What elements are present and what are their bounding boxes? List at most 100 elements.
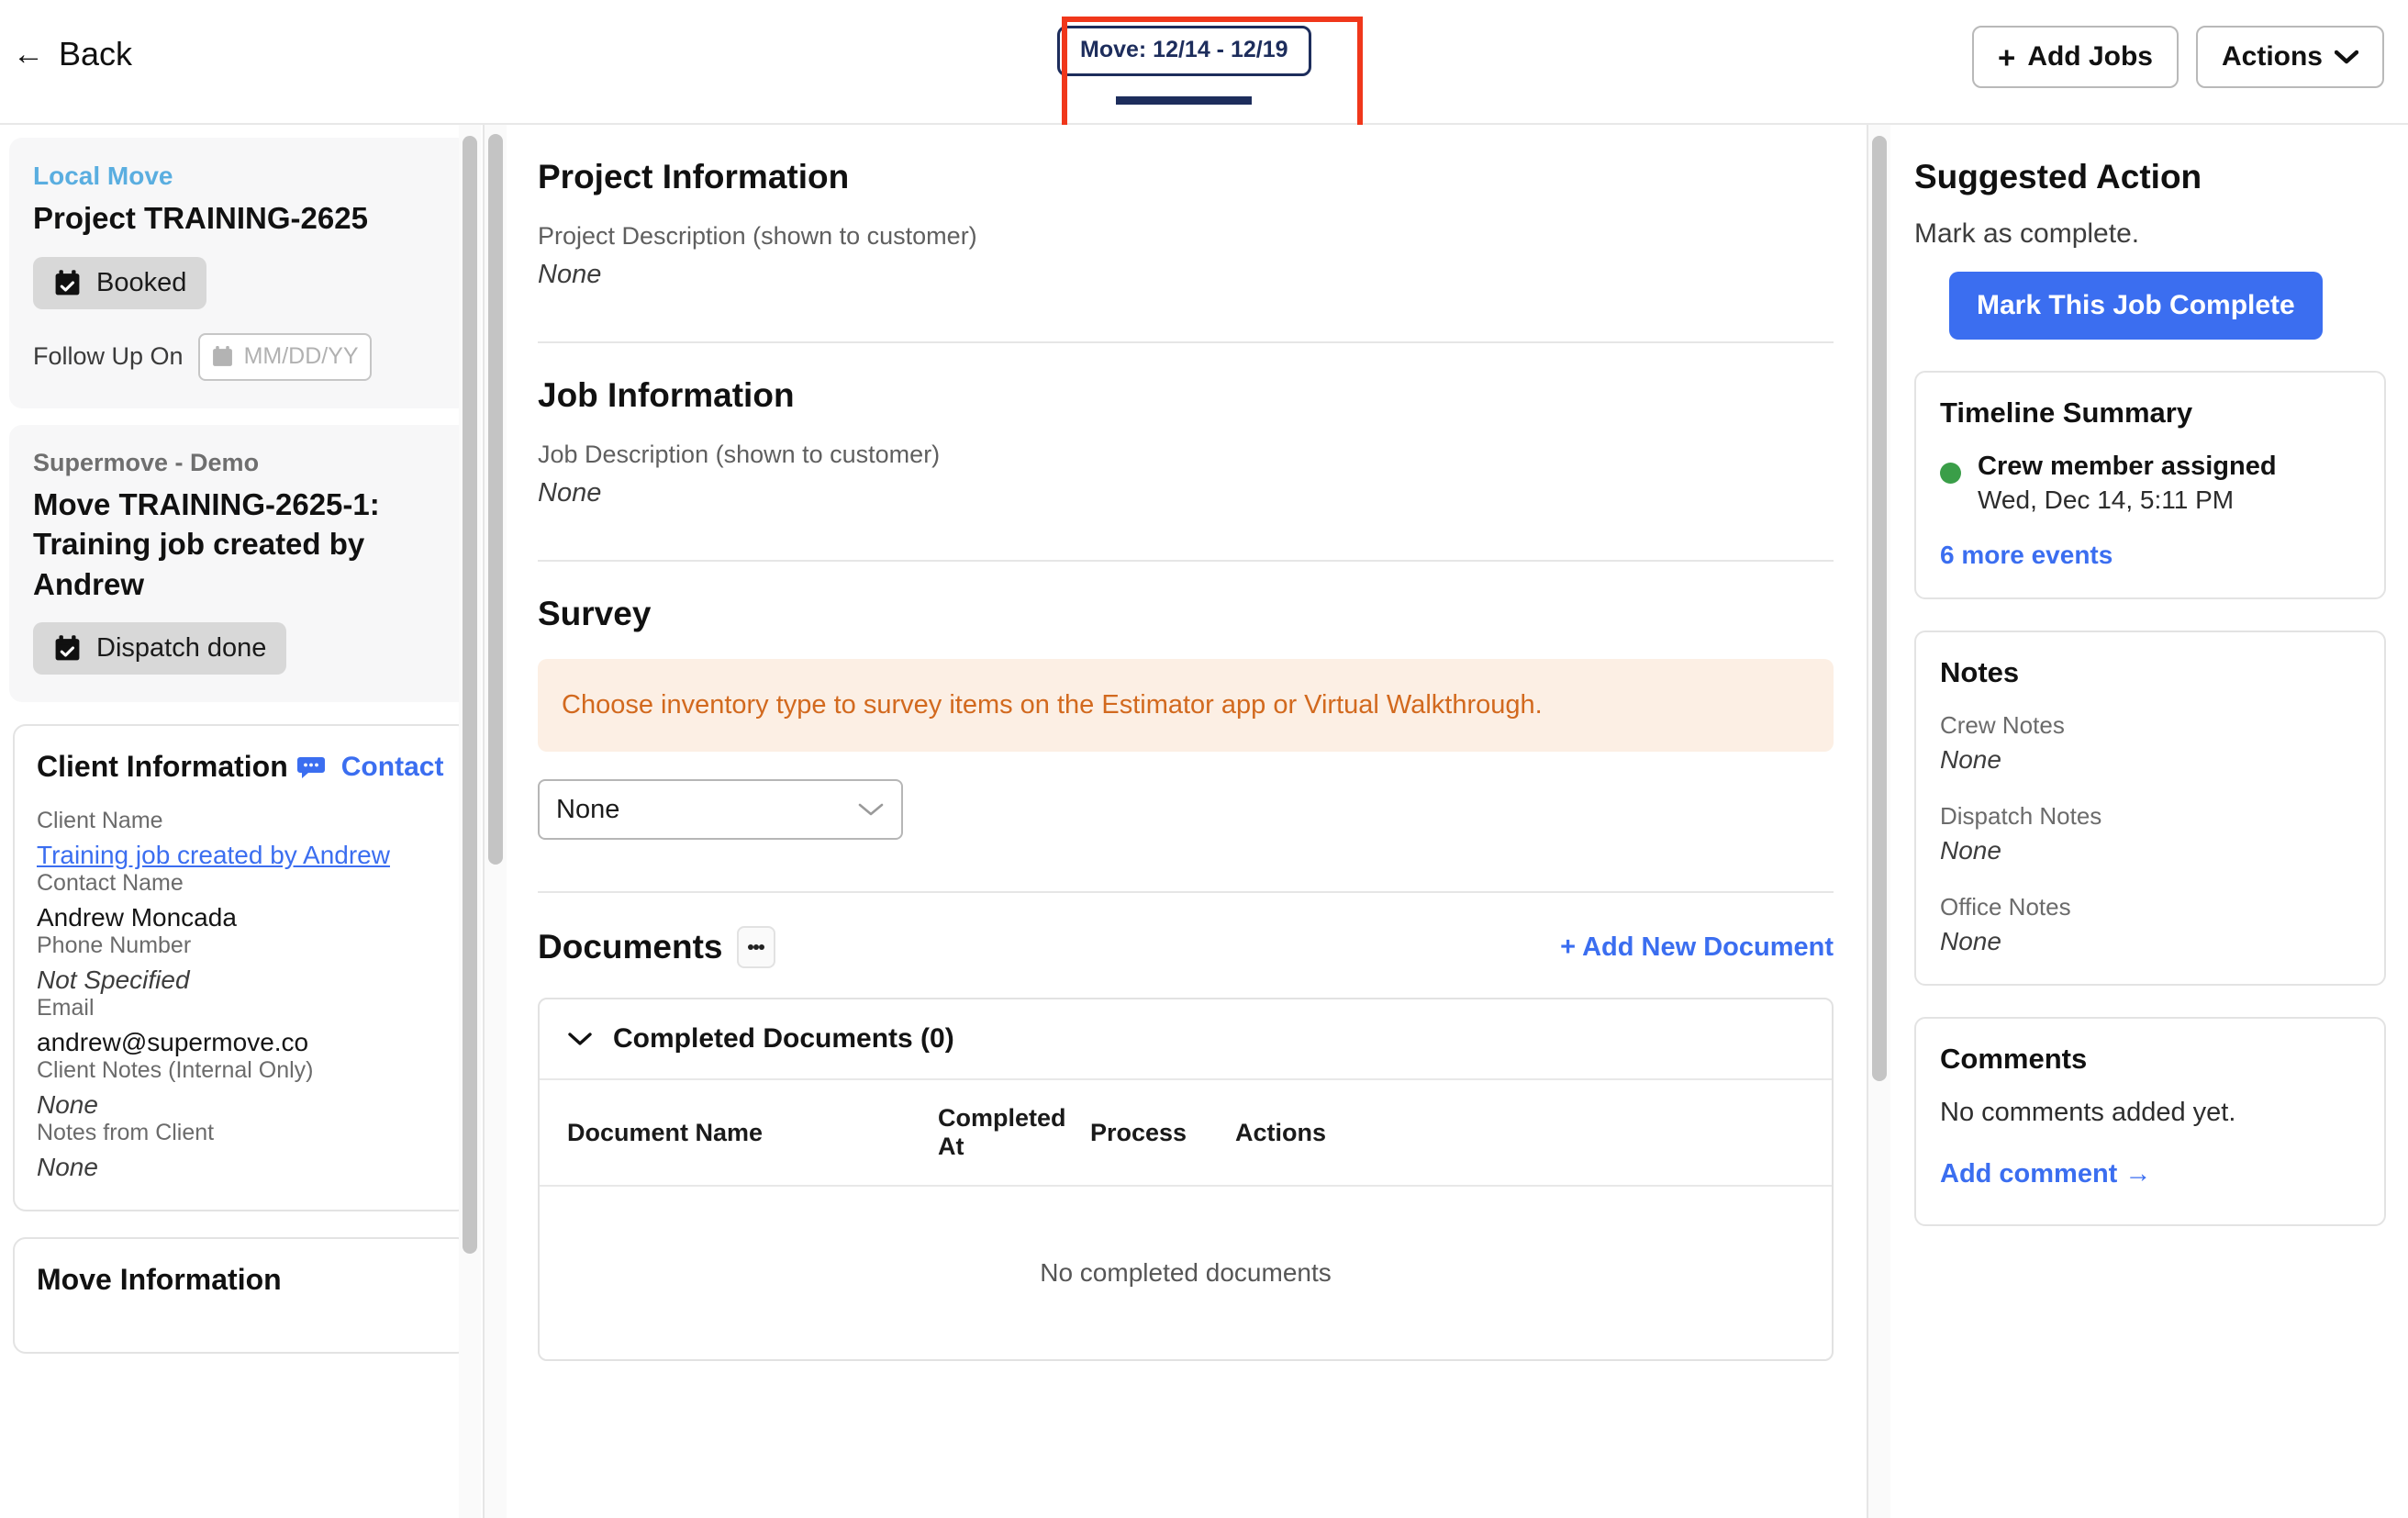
job-information-title: Job Information [538, 376, 795, 414]
timeline-summary-title: Timeline Summary [1940, 396, 2193, 429]
survey-section: Survey Choose inventory type to survey i… [538, 562, 1834, 893]
top-bar: ← Back Move: 12/14 - 12/19 + Add Jobs Ac… [0, 0, 2408, 152]
client-field: Contact Name Andrew Moncada [37, 870, 446, 932]
follow-up-row: Follow Up On MM/DD/YY [33, 332, 450, 381]
suggested-action-title: Suggested Action [1914, 158, 2202, 195]
timeline-event-label: Crew member assigned [1978, 452, 2277, 481]
move-information-title: Move Information [37, 1263, 282, 1297]
note-value: None [1940, 927, 2001, 955]
right-panel-scrollbar[interactable] [1868, 125, 1890, 1518]
field-label: Client Notes (Internal Only) [37, 1057, 314, 1084]
job-description-label: Job Description (shown to customer) [538, 441, 941, 468]
add-comment-link[interactable]: Add comment → [1940, 1159, 2360, 1189]
calendar-check-icon [55, 635, 80, 661]
back-arrow-icon: ← [13, 37, 44, 72]
notes-title: Notes [1940, 656, 2020, 688]
column-header-process: Process [1090, 1118, 1187, 1146]
follow-up-placeholder: MM/DD/YY [243, 343, 359, 370]
right-panel-scrollbar-thumb[interactable] [1872, 136, 1887, 1081]
sidebar-scrollbar[interactable] [459, 125, 481, 1518]
comments-empty-state: No comments added yet. [1940, 1098, 2236, 1127]
project-information-section: Project Information Project Description … [538, 125, 1834, 343]
actions-button[interactable]: Actions [2195, 26, 2384, 88]
move-tab-group: Move: 12/14 - 12/19 [1057, 26, 1311, 105]
timeline-summary-card: Timeline Summary Crew member assigned We… [1914, 371, 2386, 599]
timeline-event-time: Wed, Dec 14, 5:11 PM [1978, 486, 2235, 514]
follow-up-label: Follow Up On [33, 342, 184, 371]
note-value: None [1940, 745, 2001, 774]
documents-header-left: Documents [538, 926, 776, 968]
timeline-event: Crew member assigned Wed, Dec 14, 5:11 P… [1940, 452, 2360, 515]
field-value: None [37, 1153, 98, 1182]
comments-card: Comments No comments added yet. Add comm… [1914, 1017, 2386, 1226]
project-status-badge[interactable]: Booked [33, 256, 207, 309]
chat-bubble-icon[interactable] [296, 755, 325, 779]
project-summary-card: Local Move Project TRAINING-2625 Booked … [9, 138, 474, 408]
comments-title: Comments [1940, 1043, 2088, 1075]
survey-alert-text: Choose inventory type to survey items on… [562, 690, 1543, 720]
calendar-check-icon [55, 269, 80, 295]
back-label: Back [59, 35, 133, 73]
column-header-actions: Actions [1235, 1118, 1327, 1146]
project-status-label: Booked [96, 267, 187, 297]
chevron-down-icon [568, 1032, 592, 1045]
documents-title: Documents [538, 928, 723, 965]
plus-icon: + [1998, 39, 2016, 74]
documents-empty-state: No completed documents [1040, 1258, 1332, 1287]
chevron-down-icon [2335, 50, 2358, 64]
chevron-down-icon [858, 803, 884, 816]
timeline-event-body: Crew member assigned Wed, Dec 14, 5:11 P… [1978, 452, 2277, 515]
back-button[interactable]: ← Back [13, 35, 132, 73]
sidebar-scrollbar-thumb[interactable] [463, 136, 477, 1254]
documents-table-header: Document Name Completed At Process Actio… [540, 1080, 1832, 1187]
tab-move-dates[interactable]: Move: 12/14 - 12/19 [1057, 26, 1311, 76]
project-information-title: Project Information [538, 158, 850, 195]
top-actions: + Add Jobs Actions [1972, 26, 2384, 88]
client-field: Client Name Training job created by Andr… [37, 808, 446, 870]
more-events-link[interactable]: 6 more events [1940, 541, 2113, 570]
move-status-badge[interactable]: Dispatch done [33, 622, 287, 675]
completed-documents-accordion[interactable]: Completed Documents (0) [540, 999, 1832, 1080]
field-value: Andrew Moncada [37, 903, 237, 932]
actions-label: Actions [2221, 41, 2323, 72]
add-jobs-label: Add Jobs [2027, 41, 2153, 72]
survey-title: Survey [538, 595, 652, 632]
project-title: Project TRAINING-2625 [33, 201, 368, 235]
main-scrollbar[interactable] [485, 125, 507, 1518]
main-scrollbar-thumb[interactable] [488, 134, 503, 865]
mark-job-complete-button[interactable]: Mark This Job Complete [1949, 272, 2323, 340]
note-label: Office Notes [1940, 893, 2071, 921]
move-status-label: Dispatch done [96, 633, 267, 664]
suggested-action-section: Suggested Action Mark as complete. Mark … [1914, 158, 2386, 340]
field-label: Notes from Client [37, 1120, 215, 1146]
survey-alert-banner: Choose inventory type to survey items on… [538, 659, 1834, 752]
note-value: None [1940, 836, 2001, 865]
follow-up-date-input[interactable]: MM/DD/YY [197, 332, 372, 381]
organization-label: Supermove - Demo [33, 448, 260, 476]
left-sidebar: Local Move Project TRAINING-2625 Booked … [0, 125, 485, 1518]
client-information-card: Client Information Contact Client Name T… [13, 724, 470, 1212]
completed-documents-label: Completed Documents (0) [613, 1023, 954, 1054]
project-description-value: None [538, 260, 602, 289]
add-jobs-button[interactable]: + Add Jobs [1972, 26, 2179, 88]
field-label: Client Name [37, 808, 163, 834]
note-item: Dispatch Notes None [1940, 802, 2360, 865]
completed-documents-panel: Completed Documents (0) Document Name Co… [538, 998, 1834, 1361]
main-content: Project Information Project Description … [485, 125, 1868, 1518]
job-information-section: Job Information Job Description (shown t… [538, 343, 1834, 562]
client-name-link[interactable]: Training job created by Andrew [37, 841, 446, 870]
column-header-completed-at: Completed At [938, 1104, 1066, 1160]
field-label: Email [37, 995, 95, 1021]
add-new-document-button[interactable]: + Add New Document [1560, 932, 1834, 963]
right-panel: Suggested Action Mark as complete. Mark … [1868, 125, 2408, 1518]
note-label: Crew Notes [1940, 711, 2065, 739]
documents-overflow-menu-button[interactable] [737, 926, 776, 968]
project-description-label: Project Description (shown to customer) [538, 222, 977, 250]
job-description-value: None [538, 478, 602, 508]
contact-link[interactable]: Contact [341, 752, 444, 783]
client-information-title: Client Information [37, 750, 288, 784]
inventory-type-select[interactable]: None [538, 779, 903, 840]
field-value: None [37, 1090, 98, 1120]
note-item: Crew Notes None [1940, 711, 2360, 775]
client-information-header: Client Information Contact [37, 750, 446, 784]
